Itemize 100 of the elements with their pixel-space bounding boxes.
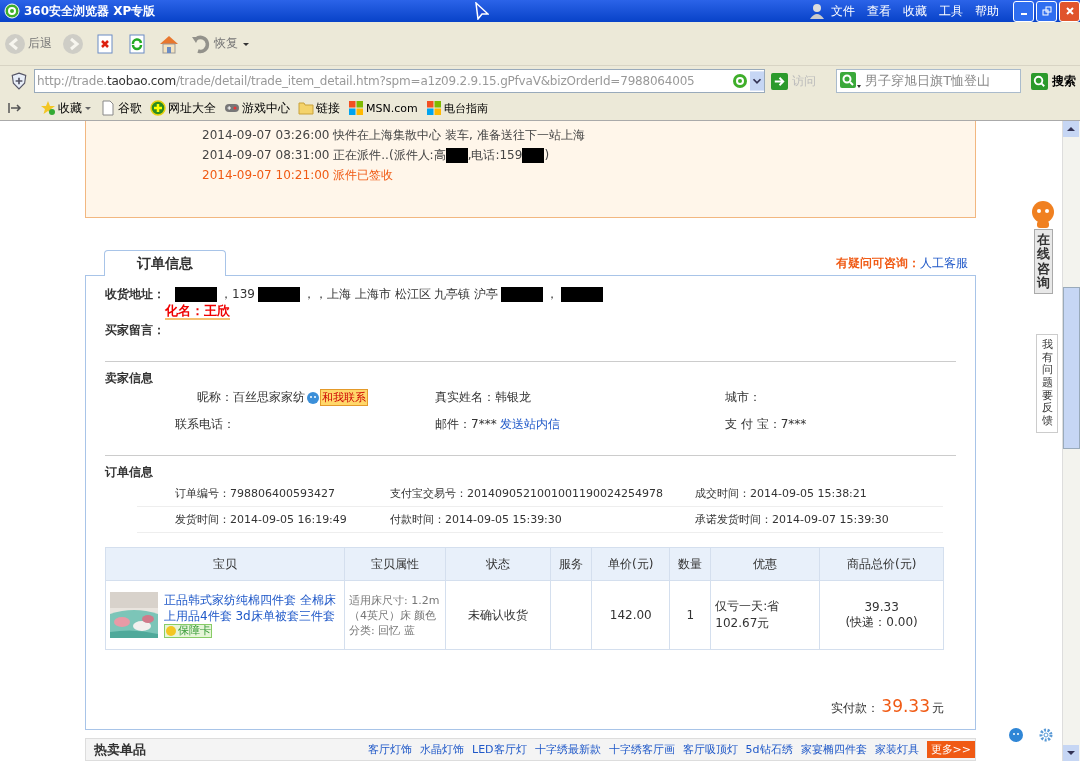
window-title: 360安全浏览器 XP专版 <box>24 2 156 20</box>
column-header: 服务 <box>550 547 592 581</box>
bookmark-item[interactable]: 电台指南 <box>425 100 488 116</box>
stop-page-icon <box>94 32 116 55</box>
scroll-up-icon[interactable] <box>1063 121 1079 137</box>
paid-amount: 39.33 <box>881 696 930 716</box>
bookmark-item[interactable]: MSN.com <box>348 100 418 116</box>
consult-label: 在线咨询 <box>1033 229 1053 295</box>
city-label: 城市： <box>725 390 761 404</box>
menu-item[interactable]: 收藏 <box>903 2 927 20</box>
search-button[interactable]: 搜索 <box>1031 72 1076 90</box>
bookmark-item[interactable]: 游戏中心 <box>224 99 290 117</box>
page-icon <box>100 100 116 116</box>
column-header: 数量 <box>669 547 711 581</box>
order-info-field: 发货时间：2014-09-05 16:19:49 <box>175 512 390 527</box>
more-button[interactable]: 更多>> <box>926 741 975 758</box>
category-link[interactable]: LED客厅灯 <box>472 742 527 757</box>
field-label: 买家留言： <box>105 322 166 339</box>
order-info-field: 支付宝交易号：2014090521001001190024254978 <box>390 486 695 501</box>
send-message-link[interactable]: 发送站内信 <box>500 417 561 431</box>
stop-button[interactable] <box>94 32 116 55</box>
field-label: 收货地址： <box>105 286 165 303</box>
category-link[interactable]: 水晶灯饰 <box>420 742 464 757</box>
menu-item[interactable]: 帮助 <box>975 2 999 20</box>
menu-item[interactable]: 查看 <box>867 2 891 20</box>
section-title: 热卖单品 <box>94 740 146 759</box>
shield-icon[interactable] <box>10 72 28 90</box>
category-link[interactable]: 5d钻石绣 <box>745 742 793 757</box>
folder-icon <box>298 100 314 116</box>
column-header: 商品总价(元) <box>819 547 944 581</box>
chat-icon[interactable] <box>1008 727 1024 743</box>
category-link[interactable]: 家装灯具 <box>874 742 919 757</box>
section-title: 订单信息 <box>105 464 154 481</box>
search-icon <box>840 72 863 90</box>
column-header: 状态 <box>445 547 551 581</box>
column-header: 优惠 <box>710 547 820 581</box>
user-icon[interactable] <box>809 3 825 19</box>
product-link[interactable]: 正品韩式家纺纯棉四件套 全棉床上用品4件套 3d床单被套三件套 <box>164 592 340 624</box>
minimize-icon <box>1020 13 1027 15</box>
bookmark-item[interactable]: 链接 <box>298 99 340 117</box>
table-cell: 适用床尺寸: 1.2m（4英尺）床 颜色分类: 回忆 蓝 <box>344 580 446 650</box>
windows-logo-icon <box>425 100 442 116</box>
order-info-field: 订单编号：798806400593427 <box>175 486 390 501</box>
refresh-button[interactable] <box>126 32 148 55</box>
search-icon <box>1031 72 1048 90</box>
feedback-tab[interactable]: 我有问题要反馈 <box>1036 334 1058 433</box>
category-link[interactable]: 十字绣最新款 <box>534 742 601 757</box>
search-field[interactable]: 男子穿旭日旗T恤登山 <box>836 69 1021 93</box>
category-link[interactable]: 客厅灯饰 <box>368 742 412 757</box>
shipping-fee: (快递：0.00) <box>844 613 919 631</box>
phone-label: 联系电话： <box>175 416 235 433</box>
refresh-page-icon <box>126 32 148 55</box>
caret-icon[interactable] <box>84 104 92 112</box>
table-cell: 未确认收货 <box>445 580 551 650</box>
mail-value: 邮件：7*** <box>435 417 497 431</box>
customer-service-link[interactable]: 人工客服 <box>920 255 968 272</box>
restore-button[interactable] <box>1036 0 1057 22</box>
chat-icon <box>306 390 320 405</box>
scrollbar-thumb[interactable] <box>1063 287 1080 449</box>
order-info-field: 付款时间：2014-09-05 15:39:30 <box>390 512 695 527</box>
nickname-label: 昵称： <box>197 389 233 406</box>
total-price: 39.33 <box>863 599 900 614</box>
address-value: ，139 ，，上海 上海市 松江区 九亭镇 沪亭 ， <box>175 286 604 303</box>
bookmark-item[interactable]: 网址大全 <box>150 99 216 117</box>
logistics-event: 2014-09-07 10:21:00 派件已签收 <box>202 167 395 184</box>
column-header: 单价(元) <box>591 547 670 581</box>
order-info-field: 成交时间：2014-09-05 15:38:21 <box>695 486 867 501</box>
cursor-icon <box>475 2 490 20</box>
menu-item[interactable]: 工具 <box>939 2 963 20</box>
sidebar-toggle-icon[interactable] <box>8 102 22 114</box>
plus-icon <box>150 100 166 116</box>
minimize-button[interactable] <box>1013 0 1034 22</box>
column-header: 宝贝属性 <box>344 547 446 581</box>
logistics-event: 2014-09-07 08:31:00 正在派件..(派件人:高 ,电话:159 ) <box>202 147 551 165</box>
bookmark-item[interactable]: 收藏 <box>40 99 82 117</box>
category-link[interactable]: 客厅吸顶灯 <box>682 742 738 757</box>
address-field[interactable]: http://trade.taobao.com/trade/detail/trade_item_detail.htm?spm=a1z09.2.9.15.gPfvaV&bizOrderId=7988064005 <box>34 69 766 93</box>
star-icon <box>40 100 56 116</box>
restore-icon <box>1041 6 1052 16</box>
real-name: 真实姓名：韩银龙 <box>435 390 531 404</box>
windows-logo-icon <box>348 100 364 116</box>
bookmark-item[interactable]: 谷歌 <box>100 99 142 117</box>
table-cell: 1 <box>669 580 711 650</box>
order-info-field: 承诺发货时间：2014-09-07 15:39:30 <box>695 512 889 527</box>
currency-unit: 元 <box>932 700 944 717</box>
category-link[interactable]: 十字绣客厅画 <box>608 742 675 757</box>
close-button[interactable] <box>1059 0 1080 22</box>
dropdown-icon[interactable] <box>750 70 765 92</box>
consult-label: 有疑问可咨询： <box>836 255 920 272</box>
tab[interactable]: 订单信息 <box>104 250 226 276</box>
scroll-down-icon[interactable] <box>1063 745 1079 761</box>
table-cell: 142.00 <box>591 580 670 650</box>
guarantee-badge[interactable]: 保障卡 <box>164 624 212 638</box>
browser-logo-icon <box>4 3 20 19</box>
logistics-event: 2014-09-07 03:26:00 快件在上海集散中心 装车, 准备送往下一站上海 <box>202 127 586 144</box>
section-title: 卖家信息 <box>105 370 154 387</box>
menu-item[interactable]: 文件 <box>831 2 855 20</box>
settings-icon[interactable] <box>1038 727 1054 743</box>
paid-label: 实付款： <box>831 700 880 717</box>
category-link[interactable]: 家宴椭四件套 <box>800 742 867 757</box>
